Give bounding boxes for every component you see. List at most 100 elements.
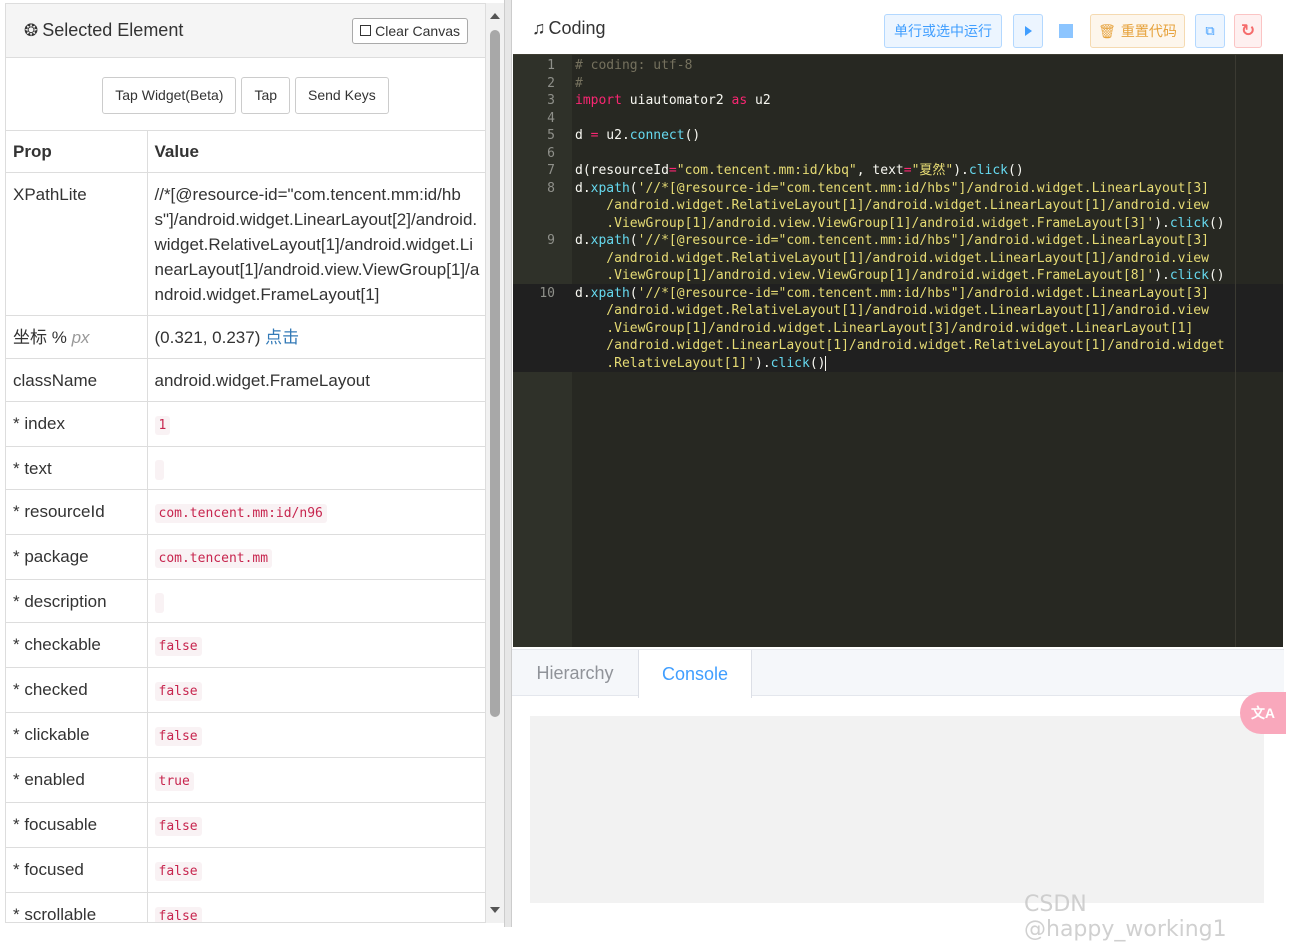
code-token: '//*[@resource-id="com.tencent.mm:id/hbs… bbox=[606, 285, 1225, 371]
coord-tap-link[interactable]: 点击 bbox=[265, 328, 299, 347]
prop-value: 1 bbox=[154, 416, 171, 435]
coord-unit-toggle[interactable]: px bbox=[72, 328, 90, 347]
tab-console[interactable]: Console bbox=[638, 650, 752, 698]
code-line: import uiautomator2 as u2 bbox=[575, 92, 771, 110]
translate-badge-button[interactable]: 文A bbox=[1240, 692, 1286, 734]
panel-header: ❂ Selected Element Clear Canvas bbox=[6, 4, 485, 58]
code-token: ). bbox=[1154, 215, 1170, 231]
tap-button[interactable]: Tap bbox=[241, 76, 291, 114]
table-row: * index 1 bbox=[6, 401, 485, 447]
left-scrollbar[interactable] bbox=[486, 3, 504, 923]
prop-value-cell: 1 bbox=[147, 401, 485, 447]
prop-header: Prop bbox=[6, 131, 148, 173]
code-token: "夏然" bbox=[911, 163, 954, 178]
prop-label: * focused bbox=[6, 847, 148, 893]
line-number: 3 bbox=[547, 93, 555, 108]
stop-icon bbox=[1059, 24, 1073, 38]
pane-splitter[interactable] bbox=[504, 0, 512, 927]
code-token: ). bbox=[755, 355, 771, 371]
table-row: * description bbox=[6, 579, 485, 623]
scroll-up-arrow-icon[interactable] bbox=[490, 13, 500, 19]
run-selected-button[interactable]: 单行或选中运行 bbox=[884, 14, 1002, 48]
text-cursor bbox=[825, 355, 827, 371]
xpath-value: //*[@resource-id="com.tencent.mm:id/hbs"… bbox=[147, 172, 485, 316]
line-number: 8 bbox=[547, 180, 555, 196]
properties-table: Prop Value XPathLite //*[@resource-id="c… bbox=[6, 131, 485, 922]
code-line: d.xpath('//*[@resource-id="com.tencent.m… bbox=[575, 232, 1225, 285]
play-icon bbox=[1024, 26, 1032, 36]
coord-label: 坐标 % bbox=[13, 328, 67, 347]
action-buttons: Tap Widget(Beta) Tap Send Keys bbox=[6, 58, 485, 131]
line-number: 5 bbox=[547, 128, 555, 143]
code-line: # bbox=[575, 75, 583, 93]
prop-label: className bbox=[6, 358, 148, 402]
code-token: = bbox=[668, 163, 677, 178]
reload-button[interactable]: ↻ bbox=[1234, 14, 1262, 48]
line-number: 6 bbox=[547, 145, 555, 161]
prop-value-cell: com.tencent.mm bbox=[147, 534, 485, 580]
reset-code-label: 重置代码 bbox=[1120, 23, 1177, 39]
prop-label: * checked bbox=[6, 667, 148, 713]
prop-value: false bbox=[154, 817, 202, 836]
prop-label: 坐标 % px bbox=[6, 315, 148, 359]
code-editor[interactable]: 1 # coding: utf-8 2 #3 import uiautomator2 a… bbox=[513, 54, 1283, 647]
prop-value-cell: false bbox=[147, 667, 485, 713]
prop-label: * index bbox=[6, 401, 148, 447]
prop-label: * focusable bbox=[6, 802, 148, 848]
code-token: () bbox=[1208, 215, 1225, 231]
coding-header: ♫ Coding 单行或选中运行 🗑 重置代码 ⧉ ↻ bbox=[512, 3, 1284, 54]
prop-value: false bbox=[154, 682, 202, 701]
code-token: xpath bbox=[590, 285, 630, 301]
table-row: * clickable false bbox=[6, 712, 485, 758]
table-row: * text bbox=[6, 446, 485, 490]
reset-code-button[interactable]: 🗑 重置代码 bbox=[1090, 14, 1185, 48]
code-token: , text bbox=[856, 163, 904, 178]
panel-title: ❂ Selected Element bbox=[24, 20, 183, 41]
coding-panel: ♫ Coding 单行或选中运行 🗑 重置代码 ⧉ ↻ 1 # coding: u… bbox=[512, 3, 1286, 923]
coding-title-text: Coding bbox=[548, 18, 606, 38]
run-button[interactable] bbox=[1013, 14, 1043, 48]
code-token: () bbox=[1008, 163, 1024, 178]
tap-widget-button[interactable]: Tap Widget(Beta) bbox=[102, 76, 237, 114]
scroll-down-arrow-icon[interactable] bbox=[490, 907, 500, 913]
scrollbar-thumb[interactable] bbox=[490, 30, 500, 717]
prop-label: * resourceId bbox=[6, 489, 148, 535]
line-number: 4 bbox=[547, 110, 555, 126]
prop-value: com.tencent.mm bbox=[154, 549, 273, 568]
selected-element-panel: ❂ Selected Element Clear Canvas Tap Widg… bbox=[5, 3, 486, 923]
bottom-tabs: Hierarchy Console bbox=[512, 649, 1284, 698]
code-token: = bbox=[903, 163, 912, 178]
trash-icon: 🗑 bbox=[1098, 22, 1116, 39]
checkbox-icon bbox=[360, 25, 372, 36]
stop-button[interactable] bbox=[1051, 14, 1081, 48]
prop-value: false bbox=[154, 907, 202, 922]
prop-value bbox=[154, 459, 164, 480]
copy-button[interactable]: ⧉ bbox=[1195, 14, 1225, 48]
code-token: ( bbox=[629, 180, 638, 196]
line-number: 2 bbox=[547, 75, 555, 91]
clear-canvas-button[interactable]: Clear Canvas bbox=[352, 17, 468, 44]
coding-title: ♫ Coding bbox=[532, 18, 606, 39]
code-token: # bbox=[575, 75, 583, 91]
tab-hierarchy[interactable]: Hierarchy bbox=[512, 650, 638, 697]
code-token: d. bbox=[575, 285, 591, 301]
print-margin bbox=[1235, 55, 1236, 647]
prop-value-cell bbox=[147, 446, 485, 490]
table-row: * focused false bbox=[6, 847, 485, 893]
prop-label: * clickable bbox=[6, 712, 148, 758]
prop-label: * enabled bbox=[6, 757, 148, 803]
music-note-icon: ♫ bbox=[532, 18, 546, 38]
code-token: xpath bbox=[590, 180, 630, 196]
code-token: click bbox=[1169, 215, 1209, 231]
code-token: u2 bbox=[747, 93, 771, 108]
prop-label: * package bbox=[6, 534, 148, 580]
prop-value-cell: false bbox=[147, 622, 485, 668]
prop-value-cell: com.tencent.mm:id/n96 bbox=[147, 489, 485, 535]
code-line: d(resourceId="com.tencent.mm:id/kbq", te… bbox=[575, 162, 1024, 180]
code-token: '//*[@resource-id="com.tencent.mm:id/hbs… bbox=[606, 233, 1209, 283]
prop-label: XPathLite bbox=[6, 172, 148, 316]
send-keys-button[interactable]: Send Keys bbox=[295, 76, 389, 114]
table-row: className android.widget.FrameLayout bbox=[6, 358, 485, 402]
code-token: d(resourceId bbox=[575, 163, 669, 178]
copy-icon: ⧉ bbox=[1205, 23, 1215, 38]
